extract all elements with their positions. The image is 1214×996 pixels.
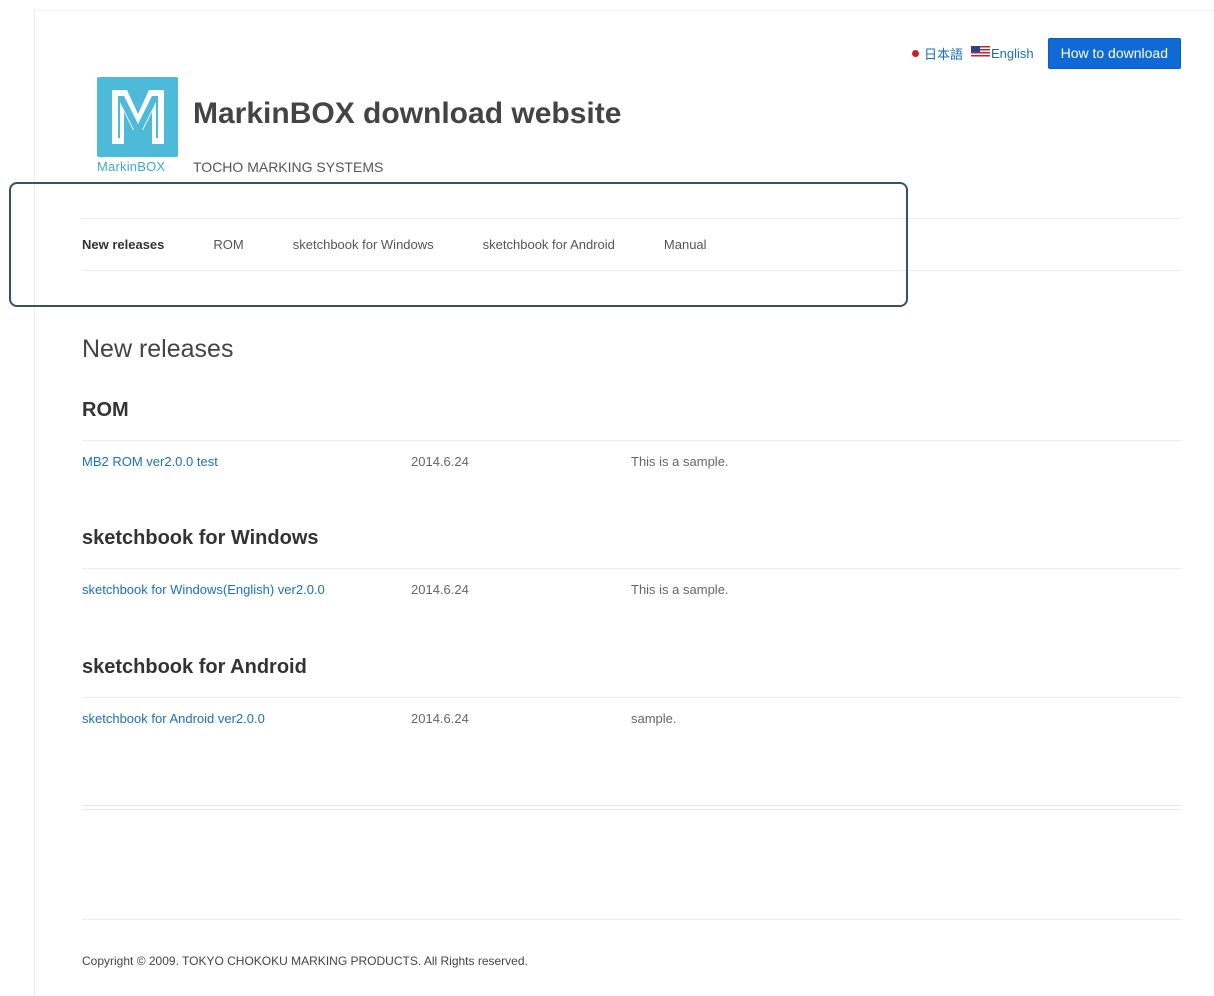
release-link[interactable]: sketchbook for Windows(English) ver2.0.0	[82, 582, 411, 597]
table-row: sketchbook for Windows(English) ver2.0.0…	[82, 568, 1181, 609]
release-note: This is a sample.	[631, 581, 729, 597]
nav-item-new-releases[interactable]: New releases	[82, 237, 164, 252]
main-navigation: New releases ROM sketchbook for Windows …	[82, 218, 1181, 271]
site-title: MarkinBOX download website	[193, 97, 622, 130]
japan-flag-icon	[908, 48, 923, 59]
content-divider	[82, 805, 1181, 810]
table-row: MB2 ROM ver2.0.0 test 2014.6.24 This is …	[82, 440, 1181, 481]
site-logo[interactable]: MarkinBOX	[97, 77, 178, 177]
logo-mark	[97, 77, 178, 157]
section-title: sketchbook for Android	[82, 656, 307, 678]
logo-text: MarkinBOX	[97, 159, 166, 174]
section-title: ROM	[82, 399, 129, 421]
language-japanese-label: 日本語	[923, 47, 963, 62]
section-rom: ROM MB2 ROM ver2.0.0 test 2014.6.24 This…	[82, 398, 1181, 481]
release-link[interactable]: MB2 ROM ver2.0.0 test	[82, 454, 411, 469]
page-heading: New releases	[82, 335, 234, 363]
language-english-link[interactable]: English	[970, 46, 1034, 61]
top-border	[34, 10, 1214, 11]
us-flag-icon	[970, 46, 990, 57]
language-japanese-link[interactable]: 日本語	[908, 44, 963, 63]
nav-item-rom[interactable]: ROM	[213, 237, 243, 252]
how-to-download-button[interactable]: How to download	[1047, 38, 1181, 69]
logo-m-icon	[104, 84, 171, 150]
page: 日本語 English How to download MarkinBOX Ma…	[0, 0, 1214, 996]
section-sketchbook-windows: sketchbook for Windows sketchbook for Wi…	[82, 526, 1181, 609]
nav-item-manual[interactable]: Manual	[664, 237, 707, 252]
table-row: sketchbook for Android ver2.0.0 2014.6.2…	[82, 697, 1181, 738]
nav-item-sketchbook-android[interactable]: sketchbook for Android	[483, 237, 615, 252]
release-note: This is a sample.	[631, 453, 729, 469]
left-border	[34, 10, 35, 996]
release-date: 2014.6.24	[411, 453, 469, 469]
section-title: sketchbook for Windows	[82, 527, 319, 549]
nav-item-sketchbook-windows[interactable]: sketchbook for Windows	[293, 237, 434, 252]
release-link[interactable]: sketchbook for Android ver2.0.0	[82, 711, 411, 726]
release-date: 2014.6.24	[411, 710, 469, 726]
footer-divider	[82, 919, 1181, 920]
language-bar: 日本語 English How to download	[908, 38, 1181, 69]
release-note: sample.	[631, 710, 677, 726]
site-subtitle: TOCHO MARKING SYSTEMS	[193, 159, 384, 175]
copyright-text: Copyright © 2009. TOKYO CHOKOKU MARKING …	[82, 954, 528, 968]
release-date: 2014.6.24	[411, 581, 469, 597]
language-english-label: English	[990, 46, 1034, 61]
section-sketchbook-android: sketchbook for Android sketchbook for An…	[82, 655, 1181, 738]
